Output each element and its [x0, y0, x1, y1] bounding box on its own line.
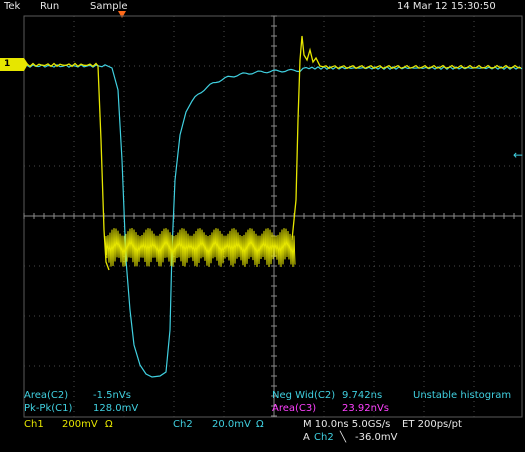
ch1-ground-marker[interactable]: 1	[0, 58, 28, 71]
meas-pkpk-c1-value: 128.0mV	[93, 403, 139, 414]
timebase-horizontal[interactable]: M 10.0ns 5.0GS/s	[303, 419, 390, 431]
ch1-marker-label: 1	[4, 59, 11, 69]
oscilloscope-screen: Tek Run Sample 14 Mar 12 15:30:50 1 ← Ar…	[0, 0, 525, 452]
ch1-scale[interactable]: 200mV	[62, 419, 98, 431]
meas-negwid-c2-label: Neg Wid(C2)	[272, 390, 336, 401]
trigger-slope-icon: ╲	[340, 432, 347, 443]
ch2-label[interactable]: Ch2	[173, 419, 193, 431]
meas-area-c3-value: 23.92nVs	[342, 403, 390, 414]
trigger-level-icon[interactable]: ←	[513, 149, 523, 161]
meas-area-c2-label: Area(C2)	[24, 390, 69, 401]
graticule	[23, 15, 523, 418]
meas-histogram-status: Unstable histogram	[413, 390, 512, 401]
ch2-scale[interactable]: 20.0mV	[212, 419, 251, 431]
ch1-impedance-icon: Ω	[105, 419, 113, 430]
meas-pkpk-c1-label: Pk-Pk(C1)	[24, 403, 73, 414]
ch2-waveform	[23, 64, 523, 378]
meas-area-c3-label: Area(C3)	[272, 403, 317, 414]
meas-negwid-c2-value: 9.742ns	[342, 390, 383, 401]
trigger-source[interactable]: Ch2	[314, 432, 334, 444]
ch1-label[interactable]: Ch1	[24, 419, 44, 431]
timebase-record: ET 200ps/pt	[402, 419, 462, 430]
trigger-prefix: A	[303, 432, 310, 443]
meas-area-c2-value: -1.5nVs	[93, 390, 131, 401]
ch2-impedance-icon: Ω	[256, 419, 264, 430]
trigger-level-value[interactable]: -36.0mV	[355, 432, 397, 444]
